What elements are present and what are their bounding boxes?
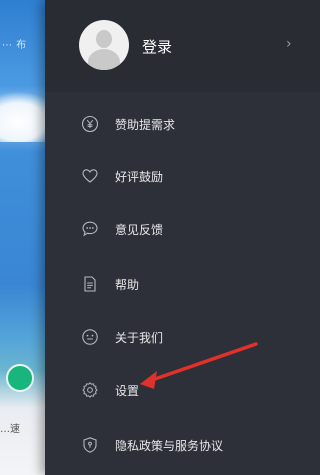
side-drawer: 登录 › 赞助提需求 好评鼓励 意见反馈 帮助 关于我们 设置 隐私政策与服务协…: [45, 0, 320, 475]
menu-item-label: 意见反馈: [115, 222, 164, 237]
menu-item-sponsor[interactable]: 赞助提需求: [45, 104, 320, 144]
menu-item-label: 关于我们: [115, 330, 164, 345]
menu-item-privacy[interactable]: 隐私政策与服务协议: [45, 425, 320, 465]
menu-item-label: 设置: [115, 383, 140, 398]
menu-item-label: 赞助提需求: [115, 117, 176, 132]
menu-item-label: 帮助: [115, 277, 140, 292]
document-icon: [84, 276, 96, 292]
heart-icon: [82, 169, 98, 183]
menu-item-about[interactable]: 关于我们: [45, 317, 320, 357]
menu-item-label: 好评鼓励: [115, 169, 164, 184]
chevron-right-icon: ›: [286, 36, 292, 52]
menu-item-help[interactable]: 帮助: [45, 264, 320, 304]
chat-bubble-icon: [82, 221, 98, 237]
login-label[interactable]: 登录: [142, 36, 172, 57]
yen-coin-icon: [81, 115, 99, 133]
avatar[interactable]: [79, 20, 129, 70]
menu-item-feedback[interactable]: 意见反馈: [45, 209, 320, 249]
menu-item-rate[interactable]: 好评鼓励: [45, 156, 320, 196]
gear-icon: [82, 382, 98, 398]
menu-item-settings[interactable]: 设置: [45, 370, 320, 410]
background-bubble: [6, 364, 34, 392]
drawer-header[interactable]: 登录 ›: [45, 0, 320, 92]
background-text: ⋯ 布: [2, 40, 27, 51]
background-text-bottom: …速: [0, 424, 20, 435]
shield-icon: [83, 437, 97, 453]
face-icon: [82, 329, 98, 345]
menu-item-label: 隐私政策与服务协议: [115, 438, 224, 453]
